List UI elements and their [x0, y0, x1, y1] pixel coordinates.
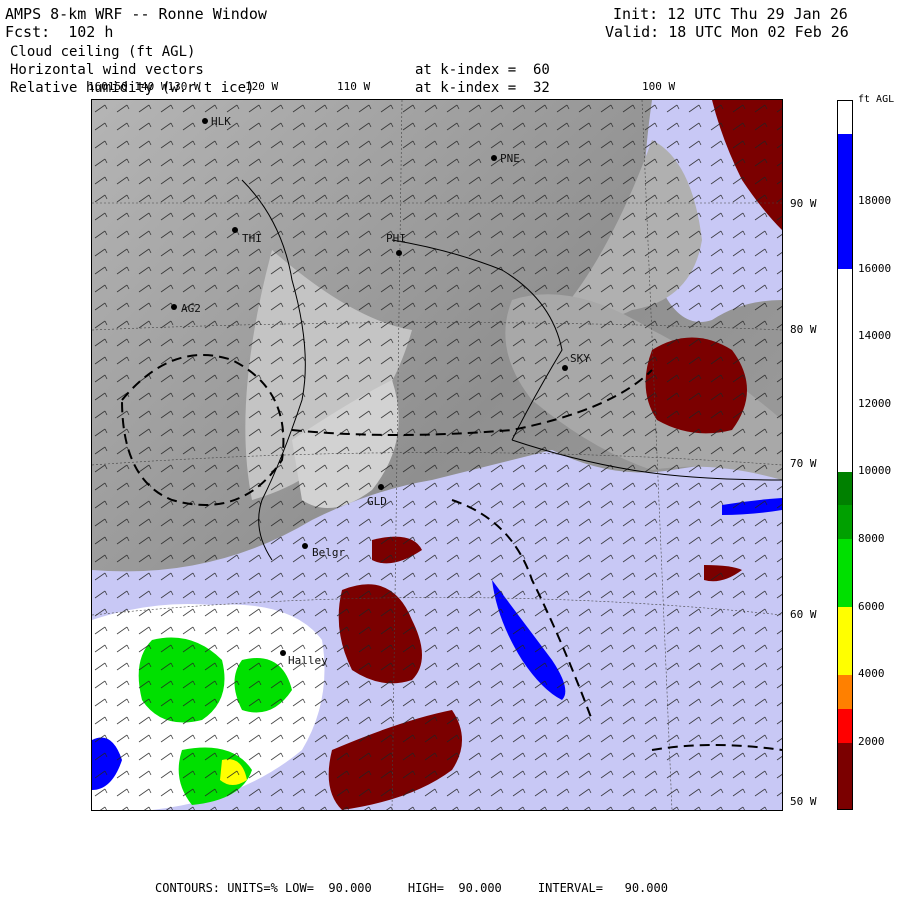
lon-label: 100 W [642, 80, 676, 93]
station-label: PHI [386, 232, 406, 245]
colorbar-label: 10000 [858, 464, 892, 477]
colorbar-label: 2000 [858, 735, 885, 748]
colorbar-swatch [838, 539, 852, 607]
lon-label: 110 W [337, 80, 371, 93]
colorbar-label: 14000 [858, 329, 892, 342]
station-marker [378, 484, 384, 490]
colorbar-label: 18000 [858, 194, 892, 207]
forecast-hour: Fcst: 102 h [5, 23, 114, 41]
colorbar-swatch [838, 675, 852, 709]
lat-label: 60 W [790, 608, 817, 621]
station-marker [280, 650, 286, 656]
field-wind-label: Horizontal wind vectors [10, 62, 204, 78]
field-wind-level: at k-index = 60 [415, 62, 550, 78]
colorbar-label: 12000 [858, 397, 892, 410]
colorbar-swatch [838, 134, 852, 269]
station-label: HLK [211, 115, 231, 128]
station-label: GLD [367, 495, 387, 508]
contour-info: CONTOURS: UNITS=% LOW= 90.000 HIGH= 90.0… [155, 881, 668, 895]
station-marker [302, 543, 308, 549]
colorbar-label: 4000 [858, 667, 885, 680]
field-ceiling-label: Cloud ceiling (ft AGL) [10, 44, 196, 60]
station-marker [396, 250, 402, 256]
station-label: PNE [500, 152, 520, 165]
colorbar-swatch [838, 743, 852, 809]
colorbar-label: 6000 [858, 600, 885, 613]
lat-label: 70 W [790, 457, 817, 470]
colorbar-swatch [838, 505, 852, 539]
colorbar-swatch [838, 709, 852, 743]
station-marker [491, 155, 497, 161]
lat-label: 50 W [790, 795, 817, 808]
lon-label: 160150 140 W130 W [88, 80, 201, 93]
init-time: Init: 12 UTC Thu 29 Jan 26 [613, 5, 848, 23]
station-label: Belgr [312, 546, 346, 559]
map-canvas [92, 100, 782, 810]
colorbar-swatch [838, 607, 852, 675]
field-rh-level: at k-index = 32 [415, 80, 550, 96]
wind-vectors [92, 100, 782, 810]
station-label: Halley [288, 654, 328, 667]
station-marker [171, 304, 177, 310]
weather-map [91, 99, 783, 811]
lon-label: 120 W [245, 80, 279, 93]
colorbar-label: 16000 [858, 262, 892, 275]
valid-time: Valid: 18 UTC Mon 02 Feb 26 [605, 23, 849, 41]
lat-label: 90 W [790, 197, 817, 210]
colorbar-label: 8000 [858, 532, 885, 545]
lat-label: 80 W [790, 323, 817, 336]
colorbar-swatch [838, 472, 852, 505]
station-label: THI [242, 232, 262, 245]
colorbar-units: ft AGL [858, 94, 895, 105]
colorbar-swatch [838, 269, 852, 472]
station-marker [232, 227, 238, 233]
station-label: AG2 [181, 302, 201, 315]
station-marker [562, 365, 568, 371]
station-label: SKY [570, 352, 590, 365]
map-title: AMPS 8-km WRF -- Ronne Window [5, 5, 267, 23]
colorbar [837, 100, 853, 810]
colorbar-swatch [838, 101, 852, 134]
station-marker [202, 118, 208, 124]
